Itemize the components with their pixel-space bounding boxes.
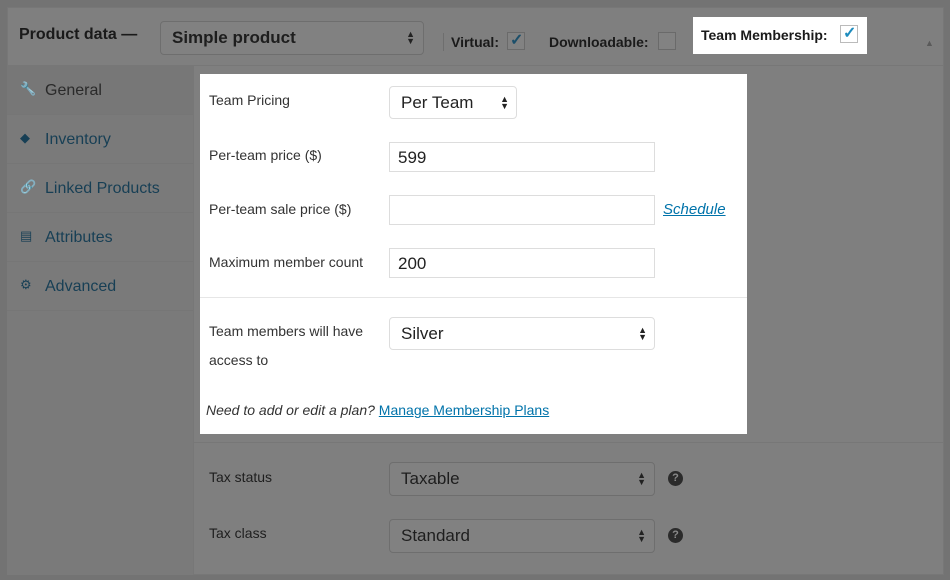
product-type-value: Simple product [172,28,296,47]
header-divider [443,33,444,51]
tab-label: Inventory [45,131,111,148]
gear-icon: ⚙ [20,277,32,292]
card-divider [200,297,747,298]
team-pricing-label: Team Pricing [209,92,290,108]
tab-label: Linked Products [45,180,160,197]
access-plan-value: Silver [401,323,444,343]
max-member-count-input[interactable]: 200 [389,248,655,278]
access-label-line2: access to [209,352,269,368]
team-pricing-value: Per Team [401,92,474,112]
tax-status-value: Taxable [401,469,460,488]
checkmark-icon: ✓ [510,32,524,49]
per-team-price-input[interactable]: 599 [389,142,655,172]
team-membership-checkbox[interactable]: ✓ [840,25,858,43]
access-label-line1: Team members will have [209,323,364,339]
tab-label: Attributes [45,229,113,246]
per-team-sale-price-label: Per-team sale price ($) [209,201,352,217]
tab-linked-products[interactable]: 🔗 Linked Products [7,164,193,213]
link-icon: 🔗 [20,179,37,194]
select-arrows-icon: ▲ ▼ [638,324,647,342]
note-text: Need to add or edit a plan? [206,402,375,418]
wrench-icon: 🔧 [20,81,37,96]
help-icon[interactable]: ? [668,471,683,486]
product-data-title: Product data — [19,26,138,43]
per-team-sale-price-input[interactable] [389,195,655,225]
tab-general[interactable]: 🔧 General [7,66,193,115]
tax-status-select[interactable]: Taxable ▲ ▼ [389,462,655,496]
virtual-checkbox[interactable]: ✓ [507,32,525,50]
tax-class-value: Standard [401,526,470,545]
team-pricing-select[interactable]: Per Team ▲ ▼ [389,86,517,119]
manage-membership-plans-link[interactable]: Manage Membership Plans [379,402,549,418]
max-member-count-value: 200 [398,254,427,273]
tab-advanced[interactable]: ⚙ Advanced [7,262,193,311]
tax-class-label: Tax class [209,525,267,541]
tab-label: General [45,82,102,99]
team-membership-card: Team Pricing Per Team ▲ ▼ Per-team price … [200,74,747,434]
manage-plans-note: Need to add or edit a plan? Manage Membe… [206,402,549,418]
product-type-select[interactable]: Simple product ▲ ▼ [160,21,424,55]
select-arrows-icon: ▲ ▼ [406,29,415,46]
checkmark-icon: ✓ [843,25,857,42]
access-plan-select[interactable]: Silver ▲ ▼ [389,317,655,350]
downloadable-label: Downloadable: [549,34,649,50]
tab-label: Advanced [45,278,117,295]
tax-class-select[interactable]: Standard ▲ ▼ [389,519,655,553]
collapse-toggle-icon[interactable]: ▲ [925,38,934,48]
select-arrows-icon: ▲ ▼ [637,470,646,487]
max-member-count-label: Maximum member count [209,254,364,270]
list-icon: ▤ [20,228,33,243]
downloadable-checkbox[interactable] [658,32,676,50]
product-data-header: Product data — Simple product ▲ ▼ Virtual… [7,7,944,66]
per-team-price-value: 599 [398,148,427,167]
help-icon[interactable]: ? [668,528,683,543]
select-arrows-icon: ▲ ▼ [500,93,509,111]
product-data-tabs: 🔧 General ◆ Inventory 🔗 Linked Products … [7,66,194,575]
virtual-label: Virtual: [451,34,499,50]
tab-attributes[interactable]: ▤ Attributes [7,213,193,262]
schedule-link[interactable]: Schedule [663,201,726,218]
tag-icon: ◆ [20,130,30,145]
tab-inventory[interactable]: ◆ Inventory [7,115,193,164]
per-team-price-label: Per-team price ($) [209,147,322,163]
section-divider [194,442,944,443]
team-membership-label: Team Membership: [701,27,828,43]
select-arrows-icon: ▲ ▼ [637,527,646,544]
team-membership-option: Team Membership: ✓ [693,17,867,54]
tax-status-label: Tax status [209,469,273,485]
